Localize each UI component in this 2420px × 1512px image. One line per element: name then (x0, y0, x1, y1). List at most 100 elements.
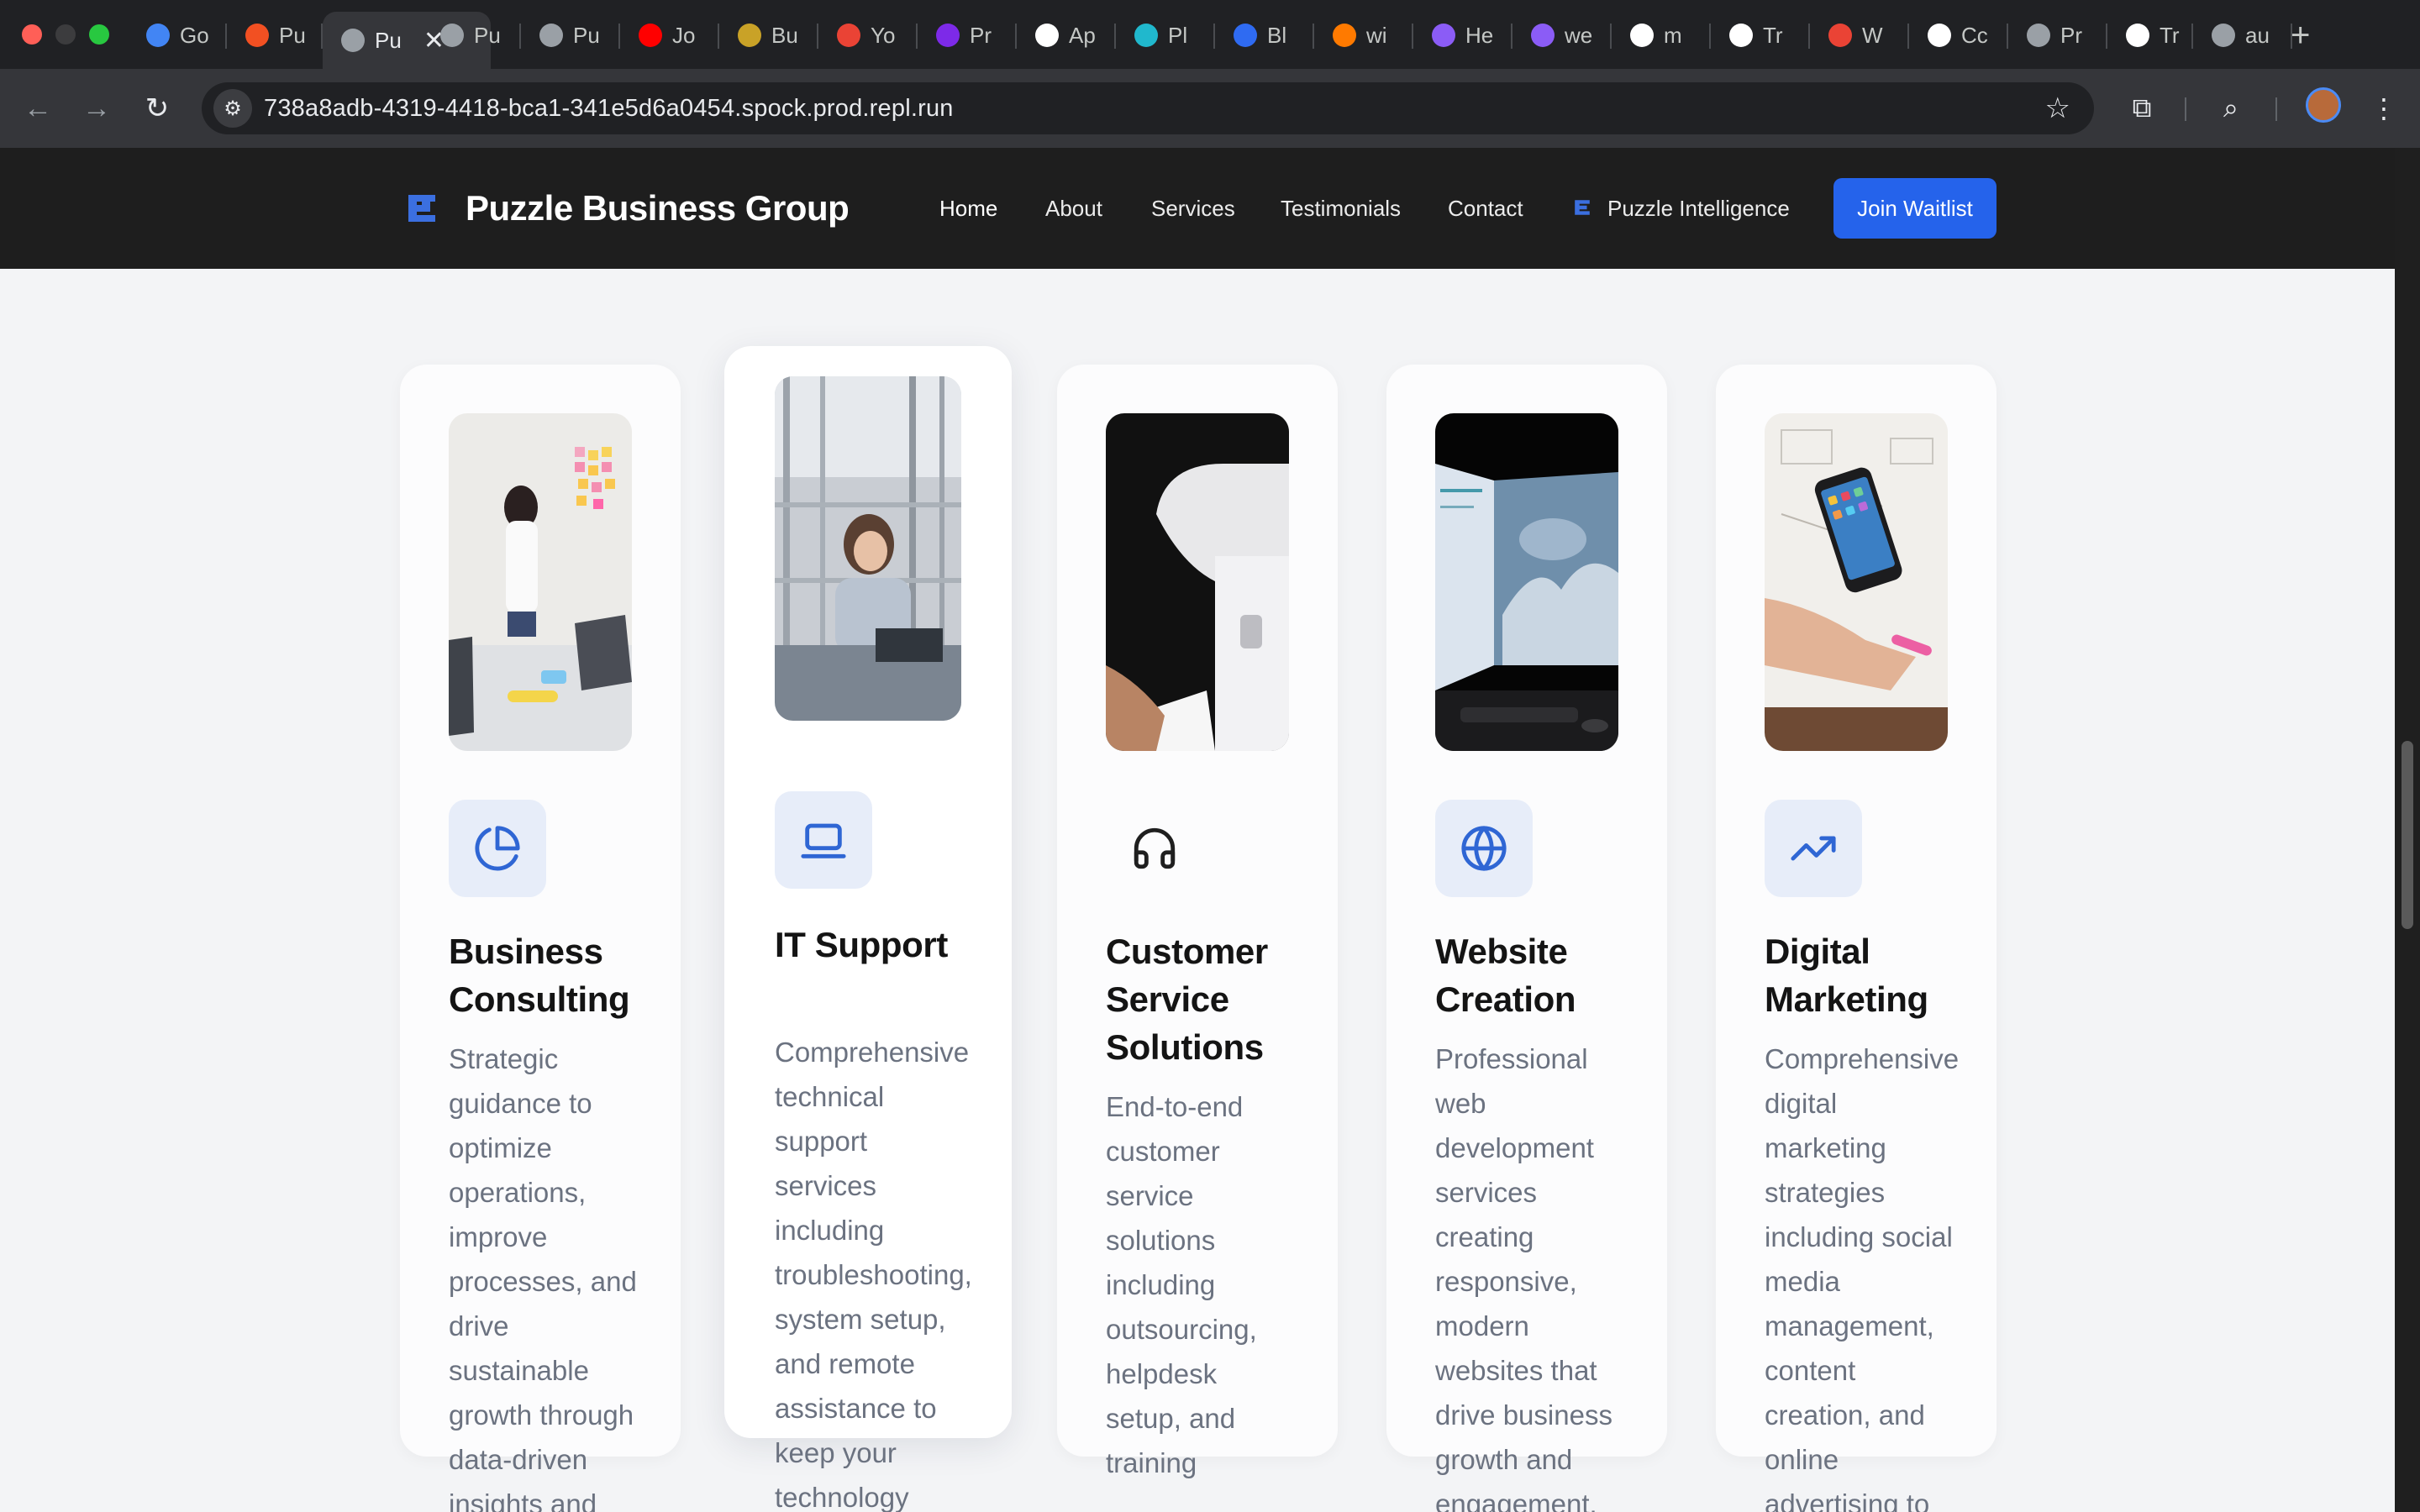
forward-icon[interactable]: → (77, 89, 116, 128)
nav-puzzle-intelligence[interactable]: Puzzle Intelligence (1607, 192, 1790, 225)
browser-tab[interactable]: we (1512, 12, 1612, 59)
address-bar[interactable]: ⚙ 738a8adb-4319-4418-bca1-341e5d6a0454.s… (202, 82, 2094, 134)
tab-title: Ap (1069, 22, 1096, 48)
service-description: Comprehensive technical support services inc… (775, 1030, 1010, 1512)
it-support-photo (775, 376, 961, 721)
back-icon[interactable]: ← (18, 89, 57, 128)
description-line: creation, and (1765, 1399, 1925, 1431)
browser-tab[interactable]: Cc (1909, 12, 2008, 59)
browser-tab[interactable]: Bl (1215, 12, 1314, 59)
minimize-window-button[interactable] (55, 24, 76, 45)
tab-search-icon[interactable]: ⌕ (2212, 89, 2250, 128)
description-line: processes, and (449, 1266, 637, 1297)
google-icon (146, 24, 170, 47)
description-line: and remote (775, 1348, 915, 1379)
tab-title: Pr (970, 22, 992, 48)
service-title: Business Consulting (449, 932, 630, 1019)
canva-icon (1234, 24, 1257, 47)
nav-home[interactable]: Home (939, 192, 997, 225)
site-info-icon[interactable]: ⚙ (213, 89, 252, 128)
nav-contact[interactable]: Contact (1448, 192, 1523, 225)
browser-tab[interactable]: W (1810, 12, 1909, 59)
digital-marketing-photo (1765, 413, 1948, 751)
service-card-it-support[interactable]: IT Support Comprehensive technical support… (724, 346, 1012, 1512)
description-line: engagement. (1435, 1488, 1597, 1512)
description-line: services (1435, 1177, 1538, 1208)
browser-tab[interactable]: Pr (2008, 12, 2107, 59)
description-line: growth through (449, 1399, 634, 1431)
description-line: websites that (1435, 1355, 1597, 1386)
browser-tab[interactable]: Pu (422, 12, 521, 59)
browser-tab[interactable]: Jo (620, 12, 719, 59)
browser-tab[interactable]: Pr (918, 12, 1017, 59)
tab-title: Pr (2060, 22, 2082, 48)
service-title: Customer Service Solutions (1106, 932, 1268, 1067)
join-waitlist-button[interactable]: Join Waitlist (1833, 178, 1996, 239)
description-line: marketing (1765, 1132, 1886, 1163)
new-tab-button[interactable]: + (2291, 12, 2310, 59)
tab-title: m (1664, 22, 1682, 48)
browser-tab[interactable]: Go (128, 12, 227, 59)
browser-tab[interactable]: Bu (719, 12, 818, 59)
description-line: End-to-end (1106, 1091, 1244, 1122)
description-line: creating (1435, 1221, 1534, 1252)
browser-tab[interactable]: wi (1314, 12, 1413, 59)
tab-title: Yo (871, 22, 896, 48)
spark-icon (2027, 24, 2050, 47)
nav-testimonials[interactable]: Testimonials (1281, 192, 1401, 225)
menu-icon[interactable]: ⋮ (2365, 89, 2403, 128)
fire-icon (1333, 24, 1356, 47)
trending-up-icon (1791, 836, 1836, 861)
service-card-website-creation[interactable]: Website Creation Professional web developm… (1386, 365, 1667, 1512)
close-window-button[interactable] (22, 24, 42, 45)
tab-title: Tr (2160, 22, 2180, 48)
browser-tab[interactable]: Yo (818, 12, 918, 59)
description-line: guidance to (449, 1088, 592, 1119)
openai-icon (1928, 24, 1951, 47)
description-line: technical (775, 1081, 885, 1112)
browser-tab[interactable]: Pu (227, 12, 323, 59)
url-text[interactable]: 738a8adb-4319-4418-bca1-341e5d6a0454.spo… (264, 82, 954, 134)
reload-icon[interactable]: ↻ (138, 89, 176, 128)
description-line: customer (1106, 1136, 1220, 1167)
page-scrollbar[interactable] (2395, 148, 2420, 1512)
puzzle-icon (245, 24, 269, 47)
browser-tab[interactable]: Tr (2107, 12, 2193, 59)
service-card-business-consulting[interactable]: Business Consulting Strategic guidance to… (400, 365, 681, 1512)
scrollbar-thumb[interactable] (2402, 741, 2413, 929)
tab-title: Tr (1763, 22, 1783, 48)
description-line: sustainable (449, 1355, 589, 1386)
browser-tab[interactable]: au (2193, 12, 2292, 59)
bookmark-star-icon[interactable]: ☆ (2045, 89, 2070, 128)
description-line: management, (1765, 1310, 1934, 1341)
nav-services[interactable]: Services (1151, 192, 1235, 225)
browser-tab[interactable]: He (1413, 12, 1512, 59)
browser-tab[interactable]: m (1612, 12, 1711, 59)
description-line: web (1435, 1088, 1486, 1119)
maximize-window-button[interactable] (89, 24, 109, 45)
description-line: strategies (1765, 1177, 1886, 1208)
service-description: Professional web development services creati… (1435, 1037, 1662, 1512)
description-line: digital (1765, 1088, 1838, 1119)
service-card-digital-marketing[interactable]: Digital Marketing Comprehensive digital ma… (1716, 365, 1996, 1512)
puzzle-intelligence-icon (1575, 200, 1590, 215)
extensions-icon[interactable]: ⧉ (2123, 89, 2161, 128)
trending-up-icon-tile (1765, 800, 1862, 897)
service-description: Comprehensive digital marketing strategies i… (1765, 1037, 1991, 1512)
service-card-customer-service[interactable]: Customer Service Solutions End-to-end cus… (1057, 365, 1338, 1478)
browser-tab[interactable]: Tr (1711, 12, 1810, 59)
browser-tab[interactable]: Pl (1116, 12, 1215, 59)
tab-title: Cc (1961, 22, 1988, 48)
service-description: Strategic guidance to optimize operations, i… (449, 1037, 676, 1512)
browser-tab[interactable]: Pu (521, 12, 620, 59)
brand-name[interactable]: Puzzle Business Group (466, 185, 850, 232)
tab-title: au (2245, 22, 2270, 48)
hexagon-icon (1531, 24, 1555, 47)
profile-avatar[interactable] (2306, 87, 2341, 123)
description-line: optimize (449, 1132, 552, 1163)
headphones-icon (1134, 827, 1176, 869)
browser-tab[interactable]: Ap (1017, 12, 1116, 59)
canva-icon (936, 24, 960, 47)
nav-about[interactable]: About (1045, 192, 1102, 225)
puzzle-logo-icon[interactable] (405, 192, 439, 225)
